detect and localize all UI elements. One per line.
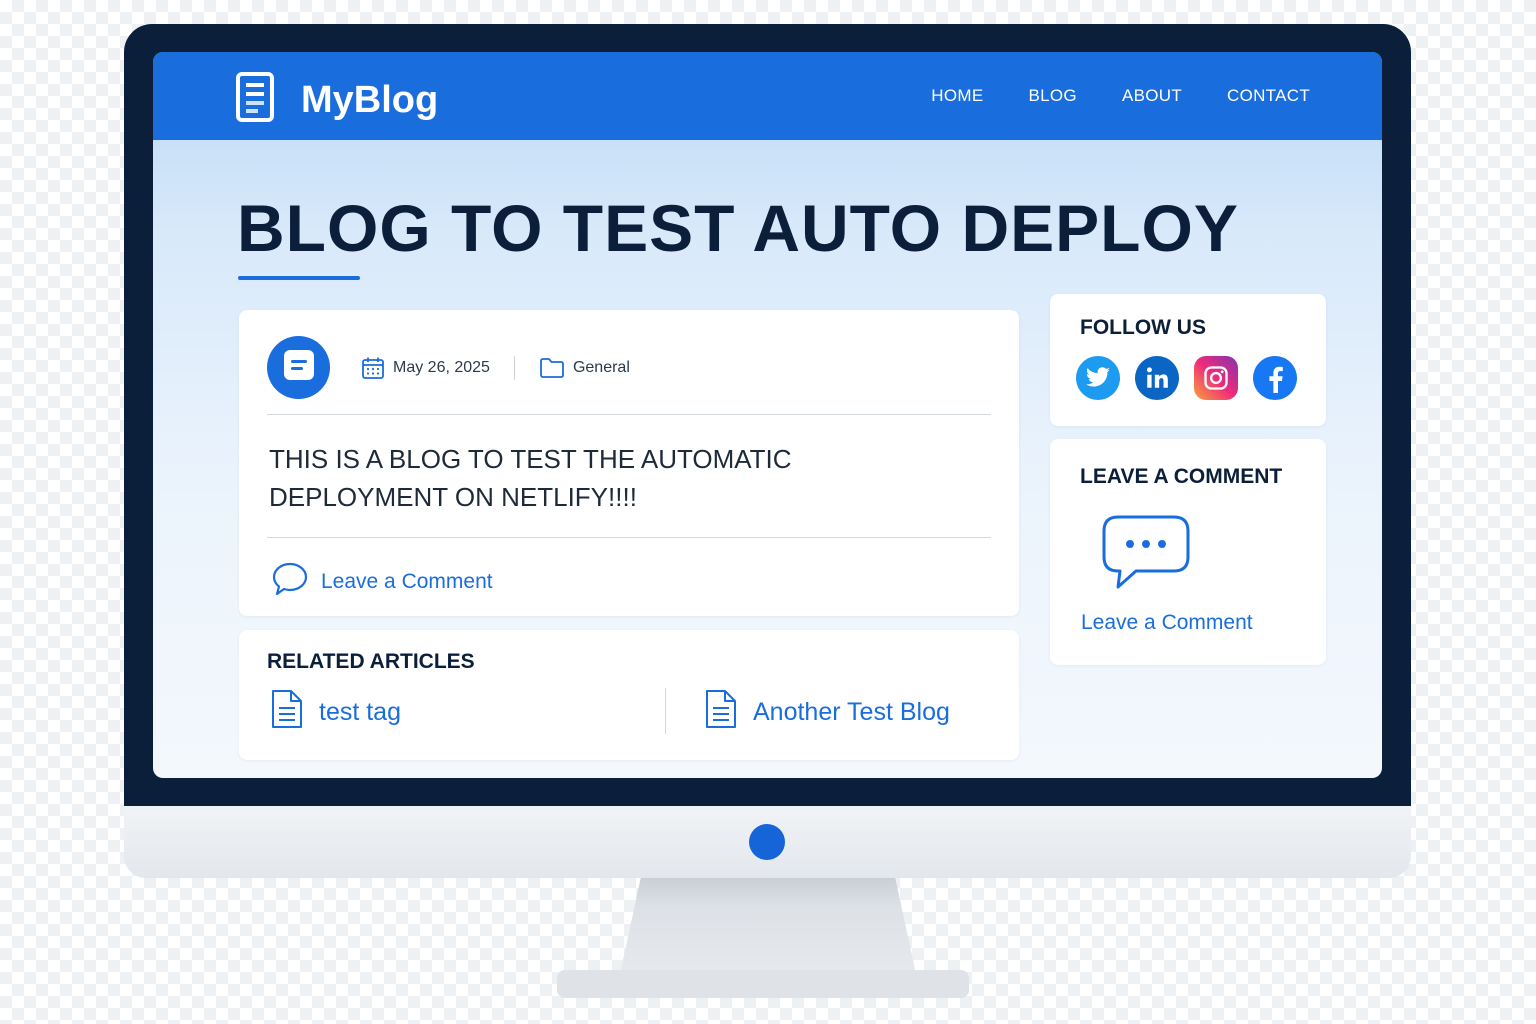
- brand[interactable]: MyBlog: [235, 72, 438, 127]
- sidebar-leave-comment-link[interactable]: Leave a Comment: [1081, 611, 1253, 635]
- calendar-icon: [361, 356, 385, 380]
- instagram-icon[interactable]: [1194, 356, 1238, 400]
- follow-us-card: FOLLOW US: [1050, 294, 1326, 426]
- file-icon: [703, 688, 739, 737]
- comment-bubble-icon: [271, 560, 309, 604]
- file-icon: [269, 688, 305, 737]
- related-item-another-test-blog[interactable]: Another Test Blog: [703, 688, 950, 737]
- post-category[interactable]: General: [573, 359, 630, 377]
- post-divider-top: [267, 414, 991, 415]
- leave-comment-title: LEAVE A COMMENT: [1080, 465, 1283, 488]
- nav-home[interactable]: HOME: [931, 86, 983, 106]
- navbar: MyBlog HOME BLOG ABOUT CONTACT: [153, 52, 1382, 140]
- post-title: BLOG TO TEST AUTO DEPLOY: [237, 191, 1239, 265]
- main-nav: HOME BLOG ABOUT CONTACT: [886, 86, 1310, 106]
- power-button: [749, 824, 785, 860]
- monitor-stand: [620, 878, 916, 974]
- chat-bubble-icon: [1100, 513, 1192, 598]
- related-separator: [665, 688, 666, 734]
- meta-separator: [513, 356, 515, 380]
- post-avatar: [267, 336, 330, 399]
- social-links: [1076, 356, 1312, 400]
- related-title: RELATED ARTICLES: [267, 650, 475, 673]
- screen: MyBlog HOME BLOG ABOUT CONTACT BLOG TO T…: [153, 52, 1382, 778]
- related-item-test-tag[interactable]: test tag: [269, 688, 401, 737]
- leave-comment-link[interactable]: Leave a Comment: [271, 560, 493, 604]
- related-item-label: test tag: [319, 698, 401, 726]
- post-icon: [282, 348, 316, 387]
- nav-contact[interactable]: CONTACT: [1227, 86, 1310, 106]
- nav-about[interactable]: ABOUT: [1122, 86, 1182, 106]
- post-meta: May 26, 2025 General: [361, 356, 630, 380]
- title-underline: [238, 276, 360, 280]
- leave-comment-label: Leave a Comment: [321, 570, 493, 593]
- linkedin-icon[interactable]: [1135, 356, 1179, 400]
- related-item-label: Another Test Blog: [753, 698, 950, 726]
- post-divider-bottom: [267, 537, 991, 538]
- post-card: May 26, 2025 General THIS IS A BLOG TO T…: [239, 310, 1019, 616]
- follow-title: FOLLOW US: [1080, 316, 1206, 339]
- twitter-icon[interactable]: [1076, 356, 1120, 400]
- related-articles: RELATED ARTICLES test tag Another Test B…: [239, 630, 1019, 760]
- document-icon: [235, 72, 275, 127]
- folder-icon: [539, 357, 565, 379]
- monitor-base: [557, 970, 969, 998]
- facebook-icon[interactable]: [1253, 356, 1297, 400]
- leave-comment-card: LEAVE A COMMENT Leave a Comment: [1050, 439, 1326, 665]
- post-date: May 26, 2025: [393, 359, 490, 376]
- brand-name: MyBlog: [301, 78, 439, 121]
- nav-blog[interactable]: BLOG: [1028, 86, 1076, 106]
- post-body: THIS IS A BLOG TO TEST THE AUTOMATIC DEP…: [269, 444, 792, 512]
